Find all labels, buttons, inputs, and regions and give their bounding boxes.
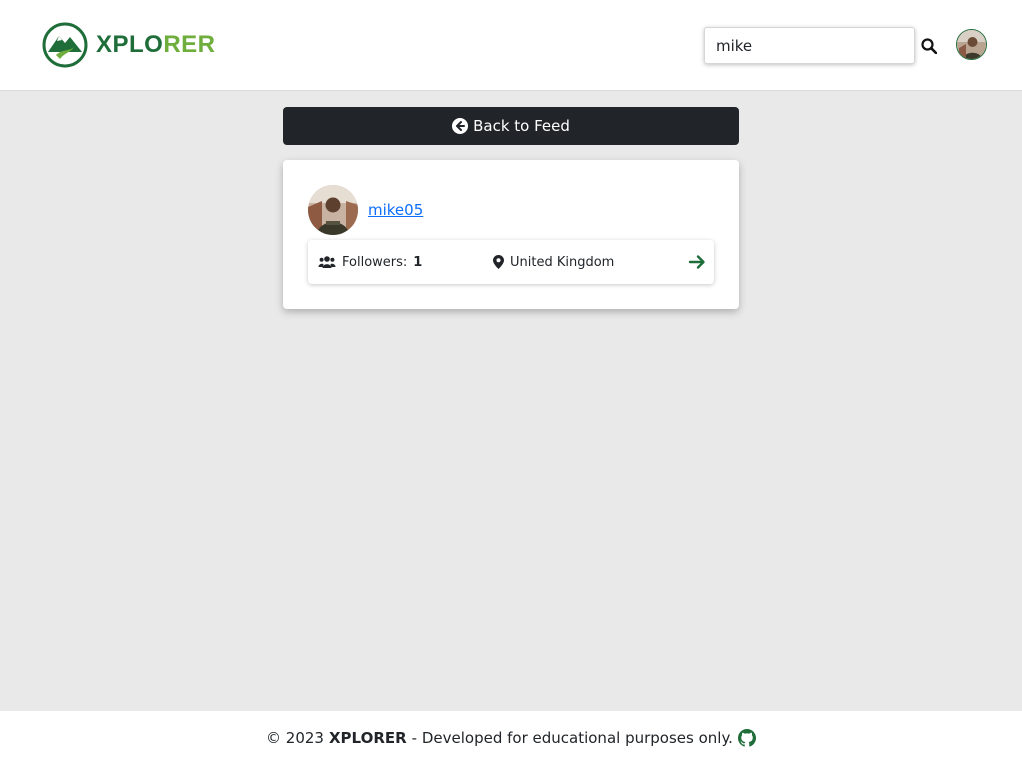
location-info: United Kingdom [493, 240, 614, 284]
footer-copyright: © 2023 [266, 729, 324, 747]
search-icon [921, 38, 937, 54]
followers-label: Followers: [342, 254, 408, 270]
result-info-bar: Followers: 1 United Kingdom [308, 240, 714, 284]
location-label: United Kingdom [510, 254, 615, 270]
brand-name-part2: RER [163, 31, 216, 58]
users-icon [318, 256, 336, 268]
github-link[interactable] [737, 729, 756, 747]
user-avatar-image [308, 185, 358, 235]
map-marker-icon [493, 255, 504, 269]
mountain-logo-icon [42, 22, 88, 68]
brand-name: XPLORER [96, 22, 216, 68]
back-to-feed-button[interactable]: Back to Feed [283, 107, 739, 145]
followers-count: 1 [413, 254, 423, 270]
github-icon [737, 729, 756, 747]
back-to-feed-label: Back to Feed [473, 117, 570, 135]
search-button[interactable] [917, 34, 941, 58]
result-username-link[interactable]: mike05 [368, 201, 423, 219]
arrow-circle-left-icon [452, 118, 469, 134]
search-result-card: mike05 Followers: 1 United Kingdom [283, 160, 739, 309]
result-user-avatar[interactable] [308, 185, 358, 235]
arrow-right-icon[interactable] [688, 253, 706, 271]
footer-disclaimer: - Developed for educational purposes onl… [411, 729, 733, 747]
nav-user-avatar[interactable] [956, 29, 987, 60]
brand-logo-link[interactable]: XPLORER [42, 22, 216, 68]
brand-name-part1: XPLO [96, 31, 164, 58]
footer-brand: XPLORER [328, 729, 407, 747]
navbar: XPLORER [0, 0, 1022, 91]
footer: © 2023 XPLORER - Developed for education… [0, 711, 1022, 765]
followers-info: Followers: 1 [318, 240, 422, 284]
search-input[interactable] [704, 27, 915, 64]
user-avatar-image [957, 30, 986, 59]
